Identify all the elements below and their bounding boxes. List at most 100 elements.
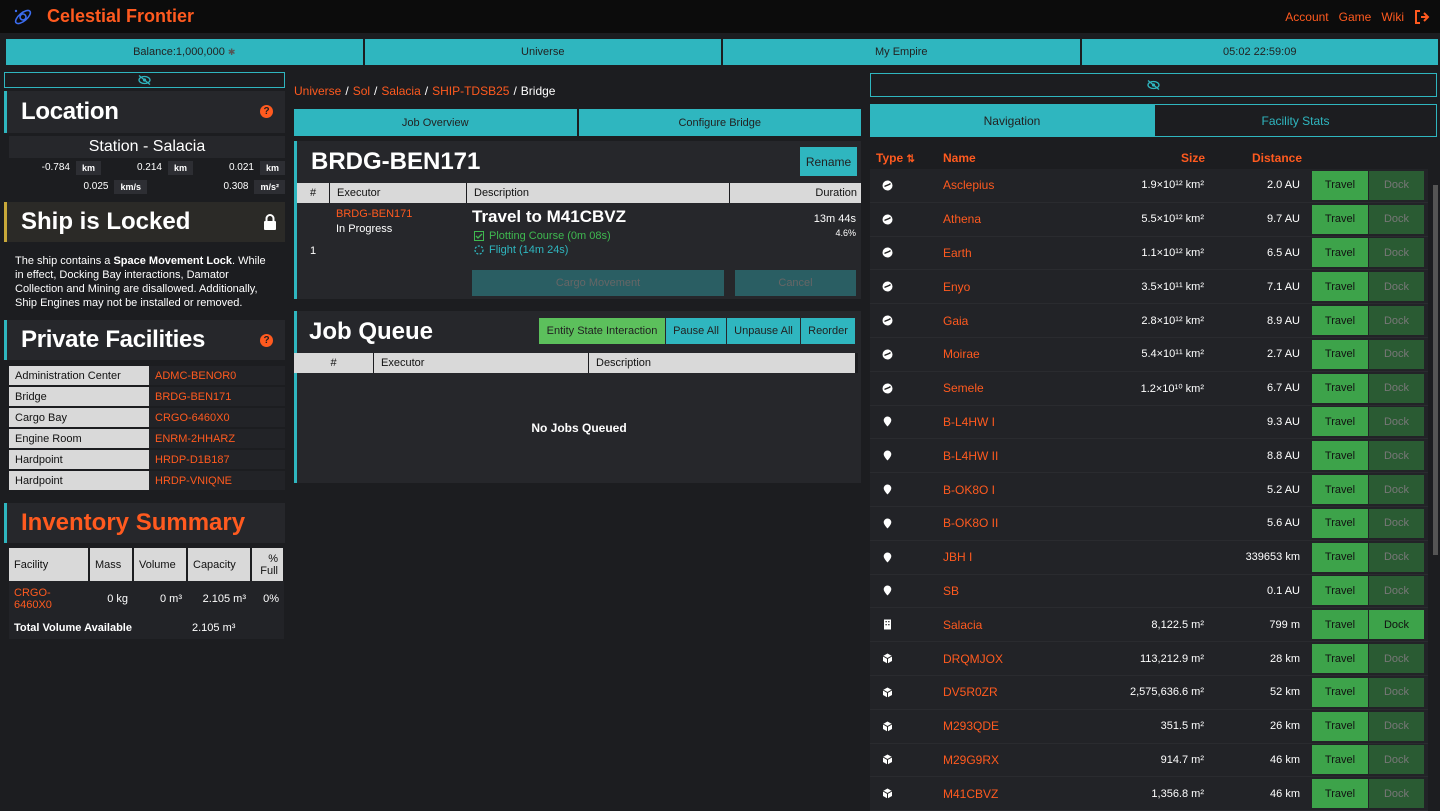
cancel-button[interactable]: Cancel bbox=[735, 270, 856, 296]
nav-name-link[interactable]: Asclepius bbox=[943, 178, 994, 192]
nav-name-link[interactable]: Enyo bbox=[943, 280, 970, 294]
travel-button[interactable]: Travel bbox=[1312, 711, 1368, 741]
dock-button[interactable]: Dock bbox=[1369, 779, 1424, 809]
dock-button[interactable]: Dock bbox=[1369, 272, 1424, 302]
rename-button[interactable]: Rename bbox=[800, 147, 857, 176]
tab-configure-bridge[interactable]: Configure Bridge bbox=[578, 109, 861, 136]
facilities-title: Private Facilities bbox=[21, 326, 206, 353]
crumb-sol[interactable]: Sol bbox=[353, 84, 370, 98]
unpause-all-button[interactable]: Unpause All bbox=[727, 318, 800, 344]
travel-button[interactable]: Travel bbox=[1312, 644, 1368, 674]
nav-name-link[interactable]: JBH I bbox=[943, 550, 972, 564]
dock-button[interactable]: Dock bbox=[1369, 204, 1424, 234]
dock-button[interactable]: Dock bbox=[1369, 475, 1424, 505]
travel-button[interactable]: Travel bbox=[1312, 238, 1368, 268]
col-name[interactable]: Name bbox=[943, 151, 976, 165]
dock-button[interactable]: Dock bbox=[1369, 677, 1424, 707]
nav-game-link[interactable]: Game bbox=[1339, 10, 1372, 24]
empire-tab[interactable]: My Empire bbox=[723, 39, 1080, 65]
nav-name-link[interactable]: Semele bbox=[943, 381, 984, 395]
travel-button[interactable]: Travel bbox=[1312, 441, 1368, 471]
col-distance[interactable]: Distance bbox=[1252, 151, 1302, 165]
dock-button[interactable]: Dock bbox=[1369, 542, 1424, 572]
nav-name-link[interactable]: SB bbox=[943, 584, 959, 598]
travel-button[interactable]: Travel bbox=[1312, 170, 1368, 200]
travel-button[interactable]: Travel bbox=[1312, 576, 1368, 606]
universe-tab[interactable]: Universe bbox=[364, 39, 721, 65]
reorder-button[interactable]: Reorder bbox=[801, 318, 855, 344]
nav-name-link[interactable]: Athena bbox=[943, 212, 981, 226]
facility-link[interactable]: ENRM-2HHARZ bbox=[149, 429, 285, 448]
crumb-ship[interactable]: SHIP-TDSB25 bbox=[432, 84, 509, 98]
logout-icon[interactable] bbox=[1414, 9, 1430, 24]
travel-button[interactable]: Travel bbox=[1312, 407, 1368, 437]
nav-name-link[interactable]: M41CBVZ bbox=[943, 787, 998, 801]
nav-wiki-link[interactable]: Wiki bbox=[1381, 10, 1404, 24]
dock-button[interactable]: Dock bbox=[1369, 373, 1424, 403]
col-size[interactable]: Size bbox=[1181, 151, 1205, 165]
nav-name-link[interactable]: Moirae bbox=[943, 347, 980, 361]
dock-button[interactable]: Dock bbox=[1369, 170, 1424, 200]
crumb-universe[interactable]: Universe bbox=[294, 84, 341, 98]
nav-name-link[interactable]: Salacia bbox=[943, 618, 982, 632]
travel-button[interactable]: Travel bbox=[1312, 204, 1368, 234]
facility-link[interactable]: ADMC-BENOR0 bbox=[149, 366, 285, 385]
dock-button[interactable]: Dock bbox=[1369, 339, 1424, 369]
facility-link[interactable]: HRDP-D1B187 bbox=[149, 450, 285, 469]
dock-button[interactable]: Dock bbox=[1369, 610, 1424, 640]
dock-button[interactable]: Dock bbox=[1369, 745, 1424, 775]
nav-name-link[interactable]: M293QDE bbox=[943, 719, 999, 733]
travel-button[interactable]: Travel bbox=[1312, 508, 1368, 538]
entity-state-button[interactable]: Entity State Interaction bbox=[539, 318, 665, 344]
nav-name-link[interactable]: B-L4HW I bbox=[943, 415, 995, 429]
travel-button[interactable]: Travel bbox=[1312, 542, 1368, 572]
nav-name-link[interactable]: M29G9RX bbox=[943, 753, 999, 767]
nav-name-link[interactable]: DRQMJOX bbox=[943, 652, 1003, 666]
tab-navigation[interactable]: Navigation bbox=[870, 104, 1154, 137]
dock-button[interactable]: Dock bbox=[1369, 306, 1424, 336]
dock-button[interactable]: Dock bbox=[1369, 238, 1424, 268]
nav-name-link[interactable]: B-OK8O I bbox=[943, 483, 995, 497]
dock-button[interactable]: Dock bbox=[1369, 441, 1424, 471]
nav-name-link[interactable]: DV5R0ZR bbox=[943, 685, 998, 699]
tab-job-overview[interactable]: Job Overview bbox=[294, 109, 577, 136]
dock-button[interactable]: Dock bbox=[1369, 576, 1424, 606]
travel-button[interactable]: Travel bbox=[1312, 475, 1368, 505]
galaxy-logo-icon[interactable] bbox=[12, 6, 34, 28]
brand-title[interactable]: Celestial Frontier bbox=[47, 6, 194, 27]
nav-name-link[interactable]: B-L4HW II bbox=[943, 449, 998, 463]
crumb-salacia[interactable]: Salacia bbox=[381, 84, 420, 98]
dock-button[interactable]: Dock bbox=[1369, 644, 1424, 674]
pause-all-button[interactable]: Pause All bbox=[666, 318, 726, 344]
facility-link[interactable]: CRGO-6460X0 bbox=[149, 408, 285, 427]
travel-button[interactable]: Travel bbox=[1312, 745, 1368, 775]
travel-button[interactable]: Travel bbox=[1312, 610, 1368, 640]
help-icon[interactable]: ? bbox=[260, 334, 273, 347]
travel-button[interactable]: Travel bbox=[1312, 306, 1368, 336]
dock-button[interactable]: Dock bbox=[1369, 508, 1424, 538]
dock-button[interactable]: Dock bbox=[1369, 407, 1424, 437]
travel-button[interactable]: Travel bbox=[1312, 339, 1368, 369]
nav-name-link[interactable]: Gaia bbox=[943, 314, 968, 328]
col-type[interactable]: Type ⇅ bbox=[876, 151, 915, 165]
travel-button[interactable]: Travel bbox=[1312, 779, 1368, 809]
tab-facility-stats[interactable]: Facility Stats bbox=[1154, 104, 1437, 137]
inv-facility-link[interactable]: CRGO-6460X0 bbox=[9, 581, 89, 617]
balance-cell[interactable]: Balance:1,000,000 ✱ bbox=[6, 39, 363, 65]
facility-link[interactable]: BRDG-BEN171 bbox=[149, 387, 285, 406]
table-row: Cargo Bay CRGO-6460X0 bbox=[9, 408, 285, 427]
travel-button[interactable]: Travel bbox=[1312, 272, 1368, 302]
travel-button[interactable]: Travel bbox=[1312, 373, 1368, 403]
lock-title: Ship is Locked bbox=[21, 208, 191, 235]
job-executor-link[interactable]: BRDG-BEN171 bbox=[336, 208, 412, 220]
dock-button[interactable]: Dock bbox=[1369, 711, 1424, 741]
nav-name-link[interactable]: Earth bbox=[943, 246, 972, 260]
travel-button[interactable]: Travel bbox=[1312, 677, 1368, 707]
nav-account-link[interactable]: Account bbox=[1285, 10, 1328, 24]
left-visibility-toggle[interactable] bbox=[4, 72, 285, 88]
facility-link[interactable]: HRDP-VNIQNE bbox=[149, 471, 285, 490]
nav-name-link[interactable]: B-OK8O II bbox=[943, 516, 998, 530]
help-icon[interactable]: ? bbox=[260, 105, 273, 118]
scrollbar[interactable] bbox=[1433, 185, 1438, 555]
cargo-movement-button[interactable]: Cargo Movement bbox=[472, 270, 724, 296]
